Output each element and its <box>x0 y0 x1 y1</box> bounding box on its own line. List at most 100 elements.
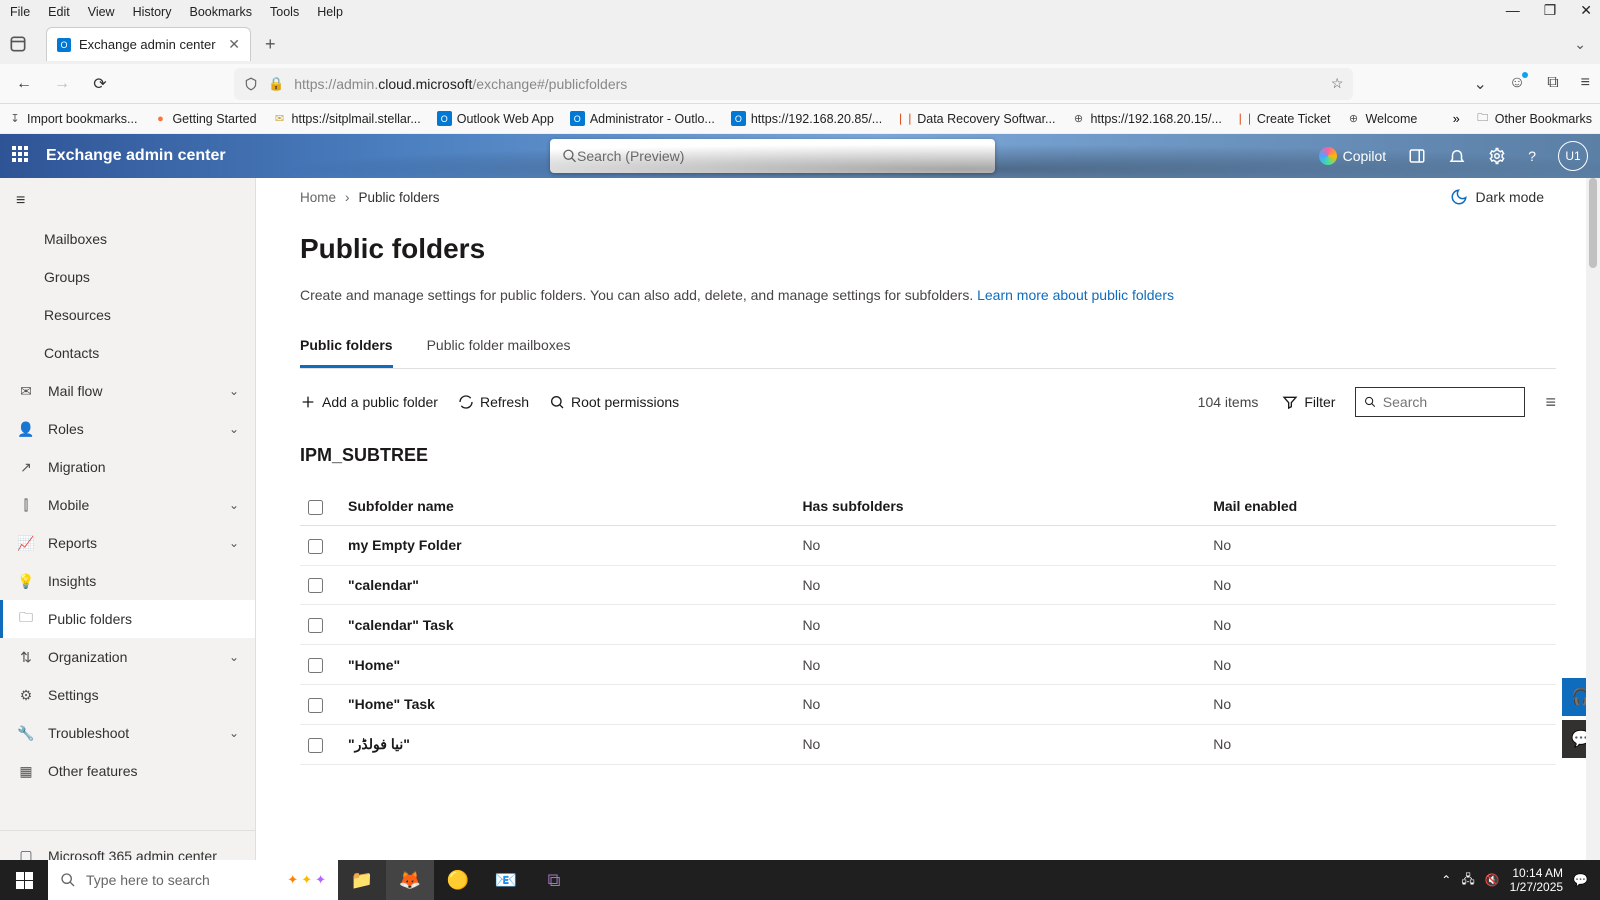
start-button[interactable] <box>0 860 48 900</box>
table-row[interactable]: "calendar"NoNo <box>300 565 1556 605</box>
copilot-button[interactable]: Copilot <box>1319 147 1387 165</box>
sidebar-item-mobile[interactable]: ⫿Mobile⌄ <box>0 486 255 524</box>
menu-edit[interactable]: Edit <box>48 5 70 19</box>
sidebar-item-publicfolders[interactable]: 🗀Public folders <box>0 600 255 638</box>
table-row[interactable]: "Home"NoNo <box>300 645 1556 685</box>
bookmark-item[interactable]: ⊕Welcome <box>1346 112 1417 126</box>
taskbar-explorer-icon[interactable]: 📁 <box>338 860 386 900</box>
sidebar-item-insights[interactable]: 💡Insights <box>0 562 255 600</box>
browser-tab[interactable]: O Exchange admin center ✕ <box>46 27 251 61</box>
tab-public-folders[interactable]: Public folders <box>300 337 393 368</box>
sidebar-item-contacts[interactable]: Contacts <box>0 334 255 372</box>
sidebar-item-mailboxes[interactable]: Mailboxes <box>0 220 255 258</box>
more-options-icon[interactable]: ≡ <box>1545 392 1556 413</box>
nav-back-button[interactable]: ← <box>10 75 38 93</box>
bookmark-item[interactable]: ❘❘Create Ticket <box>1238 112 1331 126</box>
tabstrip-dropdown-icon[interactable]: ⌄ <box>1574 36 1586 53</box>
dark-mode-toggle[interactable]: Dark mode <box>1450 188 1544 206</box>
window-minimize-icon[interactable]: — <box>1506 2 1520 19</box>
row-checkbox[interactable] <box>308 738 323 753</box>
sidebar-item-groups[interactable]: Groups <box>0 258 255 296</box>
recent-history-icon[interactable] <box>8 34 28 54</box>
col-subfolders[interactable]: Has subfolders <box>794 488 1205 525</box>
tray-network-icon[interactable]: 🖧 <box>1461 870 1474 891</box>
sidebar-item-settings[interactable]: ⚙Settings <box>0 676 255 714</box>
row-checkbox[interactable] <box>308 618 323 633</box>
help-icon[interactable]: ? <box>1528 148 1536 164</box>
select-all-checkbox[interactable] <box>308 500 323 515</box>
row-checkbox[interactable] <box>308 578 323 593</box>
bookmark-item[interactable]: OAdministrator - Outlo... <box>570 111 715 126</box>
app-name[interactable]: Exchange admin center <box>46 147 226 165</box>
tab-close-icon[interactable]: ✕ <box>228 36 240 53</box>
panel-icon[interactable] <box>1408 147 1426 165</box>
table-row[interactable]: "نیا فولڈر"NoNo <box>300 724 1556 764</box>
tab-mailboxes[interactable]: Public folder mailboxes <box>427 337 571 368</box>
col-name[interactable]: Subfolder name <box>340 488 794 525</box>
taskbar-chrome-icon[interactable]: 🟡 <box>434 860 482 900</box>
bookmark-item[interactable]: OOutlook Web App <box>437 111 554 126</box>
bookmark-item[interactable]: ●Getting Started <box>153 112 256 126</box>
bookmark-star-icon[interactable]: ☆ <box>1331 75 1344 92</box>
bookmarks-overflow-icon[interactable]: » <box>1453 112 1460 126</box>
table-search-input[interactable] <box>1383 394 1517 410</box>
tray-volume-icon[interactable]: 🔇 <box>1485 873 1500 887</box>
avatar[interactable]: U1 <box>1558 141 1588 171</box>
sidebar-item-reports[interactable]: 📈Reports⌄ <box>0 524 255 562</box>
menu-file[interactable]: File <box>10 5 30 19</box>
account-icon[interactable]: ☺ <box>1509 74 1525 94</box>
taskbar-vs-icon[interactable]: ⧉ <box>530 860 578 900</box>
sidebar-item-roles[interactable]: 👤Roles⌄ <box>0 410 255 448</box>
col-mail[interactable]: Mail enabled <box>1205 488 1556 525</box>
pocket-icon[interactable]: ⌄ <box>1473 74 1486 94</box>
address-bar[interactable]: 🔒 https://admin.cloud.microsoft/exchange… <box>234 68 1353 100</box>
row-checkbox[interactable] <box>308 658 323 673</box>
notifications-icon[interactable] <box>1448 147 1466 165</box>
clock[interactable]: 10:14 AM1/27/2025 <box>1510 866 1563 895</box>
sidebar-item-mailflow[interactable]: ✉Mail flow⌄ <box>0 372 255 410</box>
menu-history[interactable]: History <box>133 5 172 19</box>
sidebar-item-resources[interactable]: Resources <box>0 296 255 334</box>
taskbar-outlook-icon[interactable]: 📧 <box>482 860 530 900</box>
window-maximize-icon[interactable]: ❐ <box>1544 2 1557 19</box>
table-row[interactable]: "Home" TaskNoNo <box>300 684 1556 724</box>
sidebar-item-other[interactable]: ▦Other features <box>0 752 255 790</box>
row-checkbox[interactable] <box>308 539 323 554</box>
window-close-icon[interactable]: ✕ <box>1580 2 1592 19</box>
filter-button[interactable]: Filter <box>1282 394 1335 410</box>
add-folder-button[interactable]: Add a public folder <box>300 394 438 410</box>
app-menu-icon[interactable]: ≡ <box>1581 74 1590 94</box>
nav-reload-button[interactable]: ⟳ <box>86 74 114 94</box>
sidebar-item-troubleshoot[interactable]: 🔧Troubleshoot⌄ <box>0 714 255 752</box>
settings-icon[interactable] <box>1488 147 1506 165</box>
bookmark-item[interactable]: Ohttps://192.168.20.85/... <box>731 111 882 126</box>
menu-help[interactable]: Help <box>317 5 343 19</box>
table-row[interactable]: "calendar" TaskNoNo <box>300 605 1556 645</box>
bookmark-item[interactable]: ❘❘Data Recovery Softwar... <box>898 112 1055 126</box>
refresh-button[interactable]: Refresh <box>458 394 529 410</box>
scrollbar[interactable] <box>1586 178 1600 880</box>
root-permissions-button[interactable]: Root permissions <box>549 394 679 410</box>
bookmark-import[interactable]: ↧Import bookmarks... <box>8 112 137 126</box>
banner-search[interactable] <box>550 139 995 173</box>
sidebar-toggle-icon[interactable]: ≡ <box>0 182 255 220</box>
row-checkbox[interactable] <box>308 698 323 713</box>
taskbar-firefox-icon[interactable]: 🦊 <box>386 860 434 900</box>
other-bookmarks[interactable]: 🗀Other Bookmarks <box>1476 112 1592 126</box>
menu-view[interactable]: View <box>88 5 115 19</box>
sidebar-item-organization[interactable]: ⇅Organization⌄ <box>0 638 255 676</box>
banner-search-input[interactable] <box>577 148 983 164</box>
app-launcher-icon[interactable] <box>12 146 32 166</box>
table-search[interactable] <box>1355 387 1525 417</box>
notifications-icon[interactable]: 💬 <box>1573 873 1588 887</box>
table-row[interactable]: my Empty FolderNoNo <box>300 525 1556 565</box>
taskbar-search[interactable]: Type here to search ✦✦✦ <box>48 860 338 900</box>
bookmark-item[interactable]: ✉https://sitplmail.stellar... <box>273 112 421 126</box>
bookmark-item[interactable]: ⊕https://192.168.20.15/... <box>1071 112 1221 126</box>
learn-more-link[interactable]: Learn more about public folders <box>977 287 1174 303</box>
menu-bookmarks[interactable]: Bookmarks <box>189 5 252 19</box>
menu-tools[interactable]: Tools <box>270 5 299 19</box>
tray-chevron-icon[interactable]: ⌃ <box>1441 873 1451 887</box>
breadcrumb-home[interactable]: Home <box>300 190 336 205</box>
sidebar-item-migration[interactable]: ↗Migration <box>0 448 255 486</box>
